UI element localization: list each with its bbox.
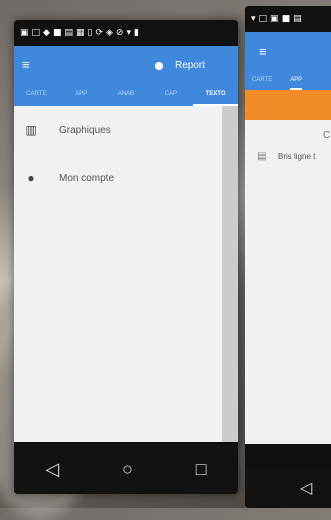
gallery-icon: ▦ [75, 27, 85, 38]
image-icon: ■ [52, 27, 62, 38]
menu-icon[interactable]: ≡ [259, 44, 267, 59]
drawer-item-graphiques[interactable]: ▥ Graphiques [14, 106, 222, 154]
report-icon[interactable] [155, 62, 163, 70]
drawer-shadow [222, 106, 238, 442]
drawer-item-label: Graphiques [59, 124, 111, 136]
home-button[interactable]: ○ [122, 459, 133, 480]
report-button[interactable]: Report [175, 60, 205, 71]
notification-icon: ◆ [43, 27, 50, 38]
document-icon: ▤ [257, 151, 267, 162]
wifi-icon: ▾ [251, 13, 256, 24]
tab-app[interactable]: APP [290, 70, 303, 90]
status-bar: ▾ □ ▣ ■ ▤ [245, 6, 331, 32]
comment-icon: ● [27, 171, 35, 185]
tab-texto[interactable]: TEXTO [193, 82, 238, 106]
phone-icon: ▯ [87, 27, 93, 38]
app-bar: ≡ CARTE APP [245, 32, 331, 90]
tab-app[interactable]: APP [59, 82, 104, 106]
status-bar: ▣ □ ◆ ■ ▤ ▦ ▯ ⟳ ◈ ⊘ ▾ ▮ [14, 20, 238, 46]
document-label[interactable]: Bris ligne t [278, 152, 315, 161]
navigation-drawer: ▥ Graphiques ● Mon compte [14, 106, 222, 442]
battery-icon: ▮ [134, 27, 139, 38]
app-icon: ▣ [270, 13, 279, 24]
tab-cap[interactable]: CAP [148, 82, 193, 106]
tab-carte[interactable]: CARTE [252, 70, 272, 90]
tab-carte[interactable]: CARTE [14, 82, 59, 106]
content-area: C ▤ Bris ligne t [245, 120, 331, 444]
back-button[interactable]: ◁ [300, 478, 312, 498]
wifi-icon: ▾ [126, 27, 131, 38]
nav-icon: ◈ [106, 27, 113, 38]
tile-icon: ▤ [64, 27, 73, 38]
screen-icon: □ [31, 27, 41, 38]
orange-banner [245, 90, 331, 120]
drawer-item-label: Mon compte [59, 172, 115, 184]
blocked-icon: ⊘ [115, 27, 124, 38]
tab-bar: CARTE APP [245, 70, 331, 90]
content-heading: C [323, 130, 331, 141]
back-button[interactable]: ◁ [45, 459, 59, 480]
recent-apps-button[interactable]: □ [196, 459, 207, 480]
phone-right: ▾ □ ▣ ■ ▤ ≡ CARTE APP C ▤ Bris ligne t ◁ [245, 6, 331, 508]
tile-icon: ▤ [293, 13, 302, 24]
sim-icon: ▣ [20, 27, 29, 38]
chart-icon: ▥ [25, 123, 37, 137]
menu-icon[interactable]: ≡ [22, 57, 30, 72]
image-icon: ■ [281, 13, 291, 24]
screen-icon: □ [258, 13, 268, 24]
navigation-bar: ◁ ○ □ [14, 444, 238, 494]
tab-anab[interactable]: ANAB [104, 82, 149, 106]
app-bar: ≡ Report CARTE APP ANAB CAP TEXTO [14, 46, 238, 106]
navigation-bar: ◁ [245, 468, 331, 508]
tab-bar: CARTE APP ANAB CAP TEXTO [14, 82, 238, 106]
sync-icon: ⟳ [95, 27, 103, 38]
phone-left: ▣ □ ◆ ■ ▤ ▦ ▯ ⟳ ◈ ⊘ ▾ ▮ ≡ Report CARTE A… [14, 20, 238, 494]
drawer-item-mon-compte[interactable]: ● Mon compte [14, 154, 222, 202]
